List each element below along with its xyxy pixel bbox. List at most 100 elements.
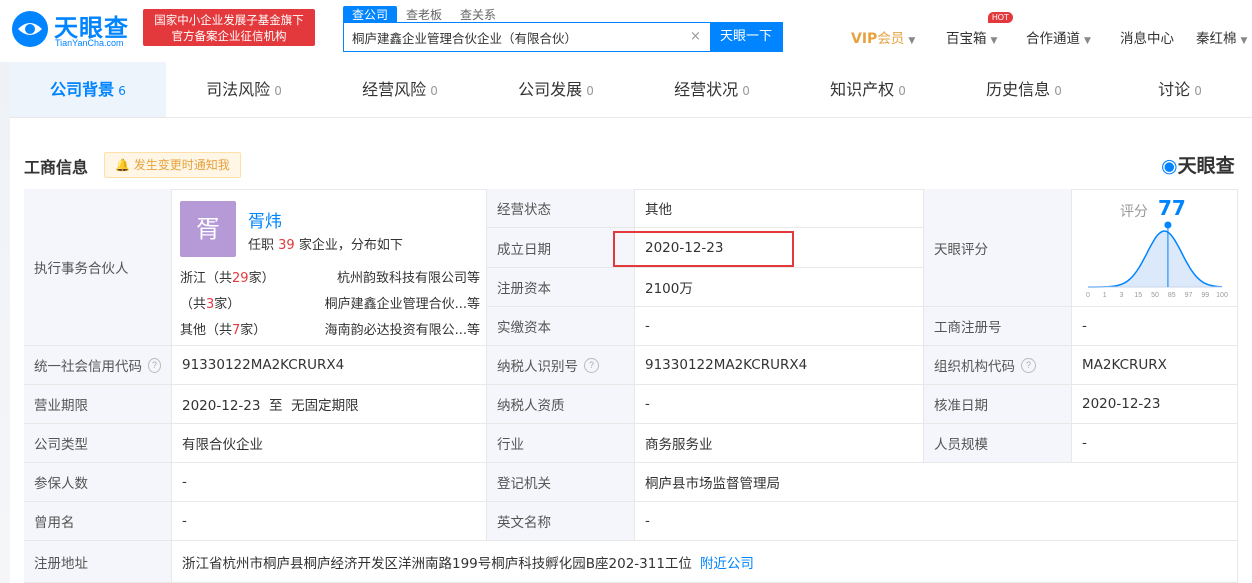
- tab-discussion[interactable]: 讨论 0: [1102, 62, 1252, 117]
- chevron-down-icon: ▼: [990, 36, 998, 46]
- type-value: 有限合伙企业: [172, 424, 487, 463]
- tab-development[interactable]: 公司发展 0: [478, 62, 634, 117]
- score-tick-label: 97: [1185, 292, 1193, 299]
- notify-button[interactable]: 🔔 发生变更时通知我: [104, 152, 241, 178]
- tab-label: 讨论: [1158, 80, 1191, 99]
- score-tick-label: 50: [1151, 292, 1159, 299]
- tab-operation-risk[interactable]: 经营风险 0: [322, 62, 478, 117]
- tab-legal-risk[interactable]: 司法风险 0: [166, 62, 322, 117]
- partner-cell: 胥 胥炜 任职 39 家企业，分布如下 浙江（共29家） 杭州韵致科技有限公司等…: [172, 189, 487, 346]
- score-tick-label: 85: [1168, 292, 1176, 299]
- avatar[interactable]: 胥: [180, 201, 236, 257]
- notify-label: 发生变更时通知我: [133, 158, 230, 172]
- taxpayer-qual-label: 纳税人资质: [487, 385, 635, 424]
- section-title: 工商信息: [24, 158, 89, 177]
- cooperation-label: 合作通道: [1026, 31, 1080, 47]
- score-tick-label: 15: [1134, 292, 1142, 299]
- industry-value: 商务服务业: [635, 424, 924, 463]
- vip-text: VIP: [851, 31, 878, 47]
- tab-count: 0: [274, 84, 282, 98]
- help-icon[interactable]: ?: [148, 357, 161, 373]
- tab-count: 0: [898, 84, 906, 98]
- treasure-menu[interactable]: 百宝箱 ▼: [946, 27, 997, 47]
- tab-business-status[interactable]: 经营状况 0: [634, 62, 790, 117]
- region-suffix: 家）: [214, 297, 241, 312]
- hot-badge: HOT: [988, 12, 1013, 23]
- approval-value: 2020-12-23: [1072, 385, 1238, 424]
- partner-summary-prefix: 任职: [248, 238, 275, 253]
- credit-code-value: 91330122MA2KCRURX4: [172, 346, 487, 385]
- score-tick-label: 100: [1216, 292, 1228, 299]
- partner-company: 海南韵必达投资有限公...等: [324, 323, 480, 338]
- partner-summary-suffix: 家企业，分布如下: [298, 238, 403, 253]
- tab-label: 历史信息: [986, 80, 1051, 99]
- region-suffix: 家）: [240, 323, 267, 338]
- credit-code-label: 统一社会信用代码?: [24, 346, 172, 385]
- partner-company: 桐庐建鑫企业管理合伙...等: [324, 297, 480, 312]
- brand-watermark: ◉天眼查: [1161, 151, 1235, 178]
- term-label: 营业期限: [24, 385, 172, 424]
- help-icon[interactable]: ?: [1021, 357, 1036, 373]
- address-value: 浙江省杭州市桐庐县桐庐经济开发区洋洲南路199号桐庐科技孵化园B座202-311…: [172, 541, 1238, 583]
- vip-menu[interactable]: VIP会员 ▼: [851, 27, 915, 47]
- score-tick-label: 3: [1120, 292, 1124, 299]
- insured-label: 参保人数: [24, 463, 172, 502]
- type-label: 公司类型: [24, 424, 172, 463]
- paid-capital-value: -: [635, 307, 924, 346]
- tianyancha-logo[interactable]: 天眼查 TianYanCha.com: [10, 7, 138, 51]
- score-marker-dot: [1164, 221, 1172, 229]
- reg-capital-value: 2100万: [635, 268, 924, 307]
- partner-name[interactable]: 胥炜: [248, 207, 282, 232]
- search-box: × 天眼一下: [343, 22, 783, 52]
- reg-no-label: 工商注册号: [924, 307, 1072, 346]
- tab-ip[interactable]: 知识产权 0: [790, 62, 946, 117]
- user-name: 秦红棉: [1196, 31, 1237, 47]
- search-button[interactable]: 天眼一下: [710, 23, 782, 51]
- gov-badge: 国家中小企业发展子基金旗下 官方备案企业征信机构: [143, 9, 315, 46]
- staff-label: 人员规模: [924, 424, 1072, 463]
- nearby-companies-link[interactable]: 附近公司: [700, 552, 754, 572]
- score-distribution-chart: 0 1 3 15 50 85 97 99 100: [1086, 221, 1228, 299]
- logo-eye-icon: [12, 11, 48, 47]
- vip-label: 会员: [877, 31, 905, 47]
- gov-badge-line2: 官方备案企业征信机构: [171, 29, 287, 43]
- tab-count: 0: [742, 84, 750, 98]
- address-text: 浙江省杭州市桐庐县桐庐经济开发区洋洲南路199号桐庐科技孵化园B座202-311…: [182, 555, 692, 572]
- tab-company-background[interactable]: 公司背景 6: [10, 62, 166, 117]
- bell-icon: 🔔: [115, 158, 134, 172]
- org-code-value: MA2KCRURX: [1072, 346, 1238, 385]
- score-tick-label: 99: [1201, 292, 1209, 299]
- taxpayer-id-value: 91330122MA2KCRURX4: [635, 346, 924, 385]
- region-count: 29: [232, 271, 249, 286]
- reg-no-value: -: [1072, 307, 1238, 346]
- tab-label: 知识产权: [830, 80, 895, 99]
- tab-label: 经营状况: [674, 80, 739, 99]
- partner-region: 其他（共7家）: [180, 319, 266, 338]
- help-icon[interactable]: ?: [584, 357, 599, 373]
- credit-code-label-text: 统一社会信用代码: [34, 359, 142, 375]
- messages-link[interactable]: 消息中心: [1120, 27, 1174, 47]
- english-name-value: -: [635, 502, 1238, 541]
- authority-value: 桐庐县市场监督管理局: [635, 463, 1238, 502]
- former-name-value: -: [172, 502, 487, 541]
- dimension-tabs: 公司背景 6 司法风险 0 经营风险 0 公司发展 0 经营状况 0 知识产权 0 历史信息…: [10, 62, 1252, 118]
- taxpayer-id-label: 纳税人识别号?: [487, 346, 635, 385]
- paid-capital-label: 实缴资本: [487, 307, 635, 346]
- partner-count: 39: [278, 238, 295, 253]
- tab-label: 公司背景: [50, 80, 115, 99]
- address-label: 注册地址: [24, 541, 172, 583]
- approval-label: 核准日期: [924, 385, 1072, 424]
- tab-count: 0: [586, 84, 594, 98]
- tab-count: 0: [1054, 84, 1062, 98]
- cooperation-menu[interactable]: 合作通道 ▼: [1026, 27, 1091, 47]
- treasure-label: 百宝箱: [946, 31, 987, 47]
- clear-icon[interactable]: ×: [690, 29, 701, 44]
- tab-count: 0: [1194, 84, 1202, 98]
- tab-label: 司法风险: [206, 80, 271, 99]
- user-menu[interactable]: 秦红棉 ▼: [1196, 27, 1247, 47]
- score-tick-label: 1: [1103, 292, 1107, 299]
- score-cell[interactable]: 评分 77 0 1 3 15 50 85 97 99 100: [1072, 189, 1238, 307]
- insured-value: -: [172, 463, 487, 502]
- tab-history[interactable]: 历史信息 0: [946, 62, 1102, 117]
- search-input[interactable]: [344, 23, 684, 51]
